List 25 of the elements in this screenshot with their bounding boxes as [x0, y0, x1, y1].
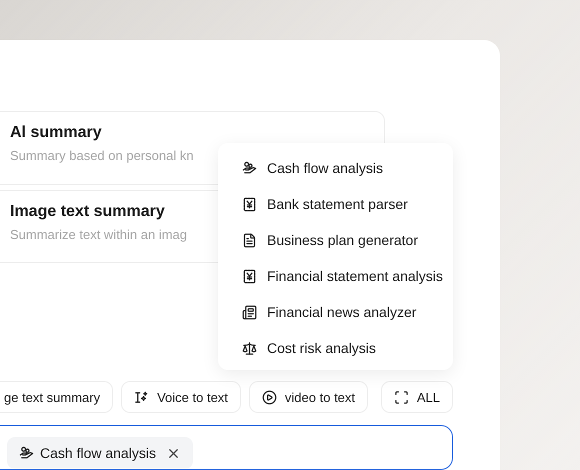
yen-document-icon — [242, 268, 257, 284]
feature-chip[interactable]: Voice to text — [121, 381, 241, 413]
tag-label: Cash flow analysis — [40, 445, 156, 461]
yen-document-icon — [242, 196, 257, 212]
menu-item[interactable]: Financial news analyzer — [218, 294, 453, 330]
hand-coin-icon — [19, 446, 34, 460]
menu-item[interactable]: Bank statement parser — [218, 186, 453, 222]
card-description: Summarize text within an imag — [10, 226, 188, 242]
play-circle-icon — [262, 390, 277, 404]
scale-icon — [242, 340, 257, 356]
menu-item[interactable]: Business plan generator — [218, 222, 453, 258]
newspaper-icon — [242, 304, 257, 320]
menu-item[interactable]: Cost risk analysis — [218, 330, 453, 366]
input-field[interactable]: Cash flow analysis — [0, 425, 453, 470]
menu-item[interactable]: Financial statement analysis — [218, 258, 453, 294]
feature-chip[interactable]: video to text — [248, 381, 368, 413]
scan-icon — [394, 390, 409, 404]
document-icon — [242, 232, 257, 248]
text-sparkle-icon — [134, 390, 150, 404]
hand-coin-icon — [242, 160, 257, 176]
feature-chip[interactable]: ge text summary — [0, 381, 114, 413]
feature-chip[interactable]: ALL — [380, 381, 453, 413]
card-description: Summary based on personal kn — [10, 148, 194, 163]
card-title: Al summary — [10, 124, 102, 142]
card-title: Image text summary — [10, 202, 165, 220]
